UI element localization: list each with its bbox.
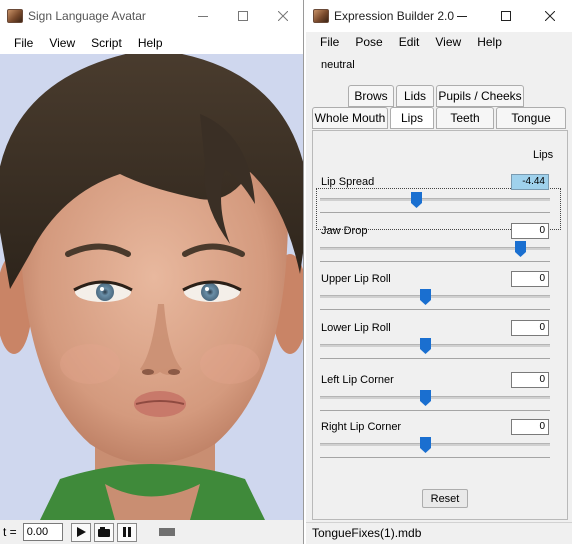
lip-spread-slider[interactable] <box>320 198 550 201</box>
tab-lids[interactable]: Lids <box>396 85 434 107</box>
right-lip-corner-slider-thumb[interactable] <box>420 437 431 453</box>
status-bar: TongueFixes(1).mdb <box>306 522 572 544</box>
timeline-slider[interactable] <box>158 528 175 536</box>
right-lip-corner-label: Right Lip Corner <box>321 421 402 433</box>
avatar-face-render <box>0 54 303 520</box>
menu-file[interactable]: File <box>312 31 347 53</box>
close-icon[interactable] <box>263 0 303 32</box>
time-label: t = <box>3 525 17 539</box>
close-icon[interactable] <box>528 0 572 32</box>
lip-spread-slider-thumb[interactable] <box>411 192 422 208</box>
tab-brows[interactable]: Brows <box>348 85 394 107</box>
right-lip-corner-slider-ticks <box>320 457 550 458</box>
upper-lip-roll-slider[interactable] <box>320 295 550 298</box>
right-lip-corner-value[interactable]: 0 <box>511 419 549 435</box>
minimize-icon[interactable] <box>440 0 484 32</box>
maximize-icon[interactable] <box>223 0 263 32</box>
left-lip-corner-slider[interactable] <box>320 396 550 399</box>
tab-tongue[interactable]: Tongue <box>496 107 566 129</box>
builder-window-title: Expression Builder 2.0 <box>334 9 455 23</box>
lower-lip-roll-slider[interactable] <box>320 344 550 347</box>
jaw-drop-slider-ticks <box>320 261 550 262</box>
play-button[interactable] <box>70 522 91 542</box>
app-icon <box>7 9 23 23</box>
menu-help[interactable]: Help <box>469 31 510 53</box>
menu-pose[interactable]: Pose <box>347 31 390 53</box>
panel-heading: Lips <box>533 149 554 161</box>
left-lip-corner-label: Left Lip Corner <box>321 374 394 386</box>
tab-teeth[interactable]: Teeth <box>436 107 494 129</box>
menu-help[interactable]: Help <box>130 32 171 54</box>
lower-lip-roll-slider-thumb[interactable] <box>420 338 431 354</box>
left-lip-corner-slider-ticks <box>320 410 550 411</box>
upper-lip-roll-value[interactable]: 0 <box>511 271 549 287</box>
menu-edit[interactable]: Edit <box>391 31 428 53</box>
builder-menubar: File Pose Edit View Help <box>306 32 572 52</box>
playback-controls: t = <box>0 520 303 544</box>
pause-icon <box>122 527 131 537</box>
upper-lip-roll-label: Upper Lip Roll <box>321 273 391 285</box>
avatar-window: Sign Language Avatar File View Script He… <box>0 0 304 544</box>
upper-lip-roll-slider-thumb[interactable] <box>420 289 431 305</box>
left-lip-corner-value[interactable]: 0 <box>511 372 549 388</box>
tab-pupils-cheeks[interactable]: Pupils / Cheeks <box>436 85 524 107</box>
app-icon <box>313 9 329 23</box>
lower-lip-roll-value[interactable]: 0 <box>511 320 549 336</box>
menu-view[interactable]: View <box>41 32 83 54</box>
maximize-icon[interactable] <box>484 0 528 32</box>
minimize-icon[interactable] <box>183 0 223 32</box>
avatar-viewport[interactable] <box>0 54 303 520</box>
avatar-menubar: File View Script Help <box>0 32 303 54</box>
play-icon <box>76 527 86 537</box>
time-input[interactable] <box>22 523 63 541</box>
left-lip-corner-slider-thumb[interactable] <box>420 390 431 406</box>
lip-spread-value[interactable]: -4.44 <box>511 174 549 190</box>
right-lip-corner-slider[interactable] <box>320 443 550 446</box>
tab-lips[interactable]: Lips <box>390 107 434 129</box>
reset-button[interactable]: Reset <box>422 489 468 508</box>
record-button[interactable] <box>93 522 114 542</box>
jaw-drop-label: Jaw Drop <box>321 225 368 237</box>
record-icon <box>97 527 110 537</box>
builder-titlebar[interactable]: Expression Builder 2.0 <box>306 0 572 32</box>
jaw-drop-value[interactable]: 0 <box>511 223 549 239</box>
pose-name: neutral <box>321 59 355 71</box>
lower-lip-roll-slider-ticks <box>320 358 550 359</box>
avatar-titlebar[interactable]: Sign Language Avatar <box>0 0 303 32</box>
lip-spread-slider-ticks <box>320 212 550 213</box>
upper-lip-roll-slider-ticks <box>320 309 550 310</box>
menu-script[interactable]: Script <box>83 32 130 54</box>
menu-file[interactable]: File <box>6 32 41 54</box>
pause-button[interactable] <box>116 522 137 542</box>
lip-spread-label: Lip Spread <box>321 176 375 188</box>
avatar-window-title: Sign Language Avatar <box>28 9 146 23</box>
lower-lip-roll-label: Lower Lip Roll <box>321 322 391 334</box>
jaw-drop-slider-thumb[interactable] <box>515 241 526 257</box>
menu-view[interactable]: View <box>427 31 469 53</box>
tab-whole-mouth[interactable]: Whole Mouth <box>312 107 388 129</box>
